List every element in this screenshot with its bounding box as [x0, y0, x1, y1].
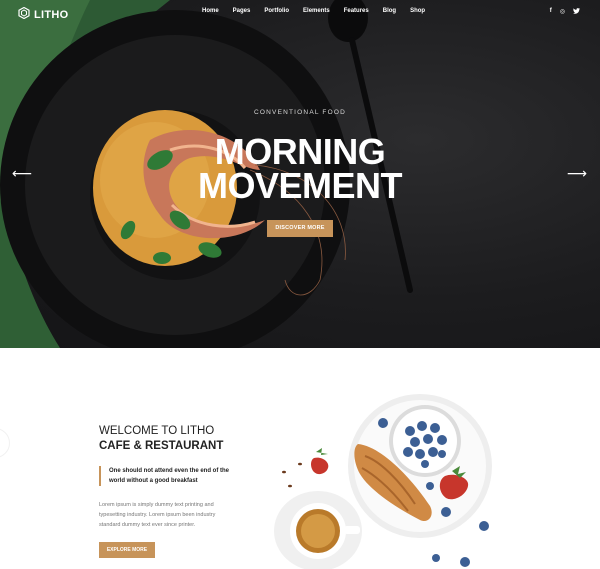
- welcome-title: WELCOME TO LITHO: [99, 425, 215, 437]
- main-navbar: LITHO Home Pages Portfolio Elements Feat…: [0, 0, 600, 24]
- social-links: f ◎: [550, 8, 580, 16]
- welcome-subtitle: CAFE & RESTAURANT: [99, 440, 224, 452]
- hero-eyebrow: CONVENTIONAL FOOD: [253, 109, 347, 116]
- welcome-body-text: Lorem ipsum is simply dummy text printin…: [99, 502, 216, 528]
- next-slide-arrow-icon[interactable]: ⟶: [567, 166, 587, 180]
- logo-hexagon-icon: [18, 6, 30, 24]
- twitter-icon[interactable]: [573, 8, 580, 16]
- breakfast-image: [274, 394, 492, 569]
- nav-item-pages[interactable]: Pages: [233, 8, 251, 14]
- nav-menu: Home Pages Portfolio Elements Features B…: [202, 8, 439, 14]
- nav-item-home[interactable]: Home: [202, 8, 219, 14]
- brand-logo[interactable]: LITHO: [18, 6, 69, 24]
- nav-item-elements[interactable]: Elements: [303, 8, 330, 14]
- instagram-icon[interactable]: ◎: [560, 8, 565, 16]
- hero-slider: LITHO Home Pages Portfolio Elements Feat…: [0, 0, 600, 348]
- explore-more-button[interactable]: EXPLORE MORE: [99, 542, 155, 558]
- nav-item-features[interactable]: Features: [344, 8, 369, 14]
- nav-item-shop[interactable]: Shop: [410, 8, 425, 14]
- welcome-section: WELCOME TO LITHO CAFE & RESTAURANT One s…: [0, 348, 600, 569]
- brand-name: LITHO: [34, 9, 69, 21]
- welcome-quote: One should not attend even the end of th…: [99, 466, 229, 486]
- discover-more-button[interactable]: DISCOVER MORE: [267, 220, 333, 237]
- quote-text: One should not attend even the end of th…: [109, 468, 230, 484]
- nav-item-portfolio[interactable]: Portfolio: [264, 8, 289, 14]
- decorative-circle: [0, 428, 10, 458]
- prev-slide-arrow-icon[interactable]: ⟵: [12, 166, 32, 180]
- nav-item-blog[interactable]: Blog: [383, 8, 396, 14]
- facebook-icon[interactable]: f: [550, 8, 552, 16]
- hero-headline-line2: MOVEMENT: [197, 165, 403, 206]
